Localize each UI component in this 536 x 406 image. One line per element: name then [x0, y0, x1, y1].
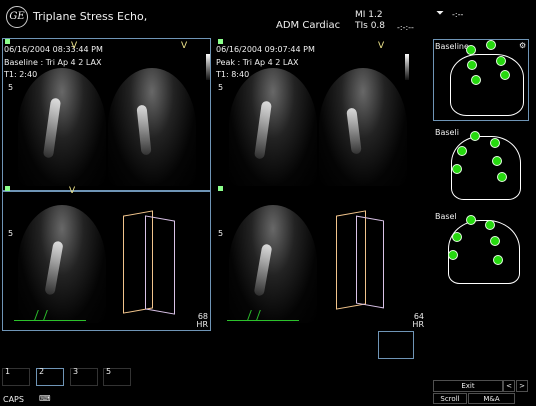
- left-top-sector-a: [18, 68, 106, 186]
- segment-node: [490, 138, 500, 148]
- left-bottom-selector[interactable]: [5, 186, 10, 191]
- thumbnail-label-1: 1: [5, 367, 11, 376]
- left-top-sector-b: [108, 68, 196, 186]
- center-depth-marker-top: 5: [218, 83, 224, 92]
- left-depth-marker-top: 5: [8, 83, 14, 92]
- down-arrow-icon[interactable]: ⏷: [436, 8, 444, 19]
- segment-node: [470, 131, 480, 141]
- segment-node: [452, 164, 462, 174]
- center-triplane-box-b: [356, 215, 384, 309]
- center-depth-marker-bottom: 5: [218, 229, 224, 238]
- right-panel-gear-icon[interactable]: ⚙: [519, 41, 526, 50]
- center-date-time: 06/16/2004 09:07:44 PM: [216, 45, 315, 54]
- left-stage: Baseline : Tri Ap 4 2 LAX: [4, 58, 102, 67]
- segment-node: [448, 250, 458, 260]
- thumbnail-label-2: 2: [39, 367, 45, 376]
- center-ecg-trace: [227, 302, 299, 321]
- left-top-selector[interactable]: [5, 39, 10, 44]
- scroll-button[interactable]: Scroll: [433, 393, 467, 404]
- ma-button[interactable]: M&A: [468, 393, 515, 404]
- preset-label: ADM Cardiac: [276, 20, 341, 31]
- thumbnail-label-5: 5: [106, 367, 112, 376]
- left-triplane-box-b: [145, 215, 175, 315]
- segment-node: [497, 172, 507, 182]
- center-hr-label: HR: [412, 320, 424, 329]
- bullseye-outline-1: [450, 54, 524, 116]
- lower-v-marker: V: [69, 186, 76, 196]
- exit-button[interactable]: Exit: [433, 380, 503, 392]
- right-label-1: Baseline: [435, 42, 469, 51]
- segment-node: [457, 146, 467, 156]
- right-v-marker: V: [181, 41, 188, 51]
- left-ecg-trace: [14, 302, 86, 321]
- center-top-selector[interactable]: [218, 39, 223, 44]
- segment-node: [493, 255, 503, 265]
- segment-node: [496, 56, 506, 66]
- ge-logo: GE: [6, 6, 28, 28]
- center-v-marker: V: [378, 41, 385, 51]
- caps-label: CAPS: [3, 395, 24, 404]
- right-label-3: Basel: [435, 212, 457, 221]
- empty-preview-box[interactable]: [378, 331, 414, 359]
- center-top-sector-b: [319, 68, 407, 186]
- center-bottom-selector[interactable]: [218, 186, 223, 191]
- header-right-dash: -:--: [452, 10, 464, 19]
- next-button[interactable]: >: [516, 380, 528, 392]
- keyboard-icon[interactable]: ⌨: [39, 394, 51, 403]
- segment-node: [471, 75, 481, 85]
- segment-node: [466, 45, 476, 55]
- left-grayscale-bar: [206, 54, 210, 80]
- center-top-sector-a: [229, 68, 317, 186]
- left-date-time: 06/16/2004 08:33:44 PM: [4, 45, 103, 54]
- prev-button[interactable]: <: [503, 380, 515, 392]
- left-hr-label: HR: [196, 320, 208, 329]
- segment-node: [500, 70, 510, 80]
- left-v-marker: V: [71, 41, 78, 51]
- segment-node: [466, 215, 476, 225]
- center-grayscale-bar: [405, 54, 409, 80]
- right-label-2: Baseli: [435, 128, 459, 137]
- left-time: T1: 2:40: [4, 70, 38, 79]
- segment-node: [490, 236, 500, 246]
- center-time: T1: 8:40: [216, 70, 250, 79]
- segment-node: [492, 156, 502, 166]
- segment-node: [467, 60, 477, 70]
- app-title: Triplane Stress Echo,: [33, 10, 148, 23]
- center-stage: Peak : Tri Ap 4 2 LAX: [216, 58, 299, 67]
- header-dash: -:-:--: [397, 23, 414, 32]
- segment-node: [485, 220, 495, 230]
- left-depth-marker-bottom: 5: [8, 229, 14, 238]
- bullseye-outline-3: [448, 220, 520, 284]
- tis-value: TIs 0.8: [355, 21, 386, 31]
- mi-value: MI 1.2: [355, 10, 383, 20]
- segment-node: [486, 40, 496, 50]
- segment-node: [452, 232, 462, 242]
- thumbnail-label-3: 3: [73, 367, 79, 376]
